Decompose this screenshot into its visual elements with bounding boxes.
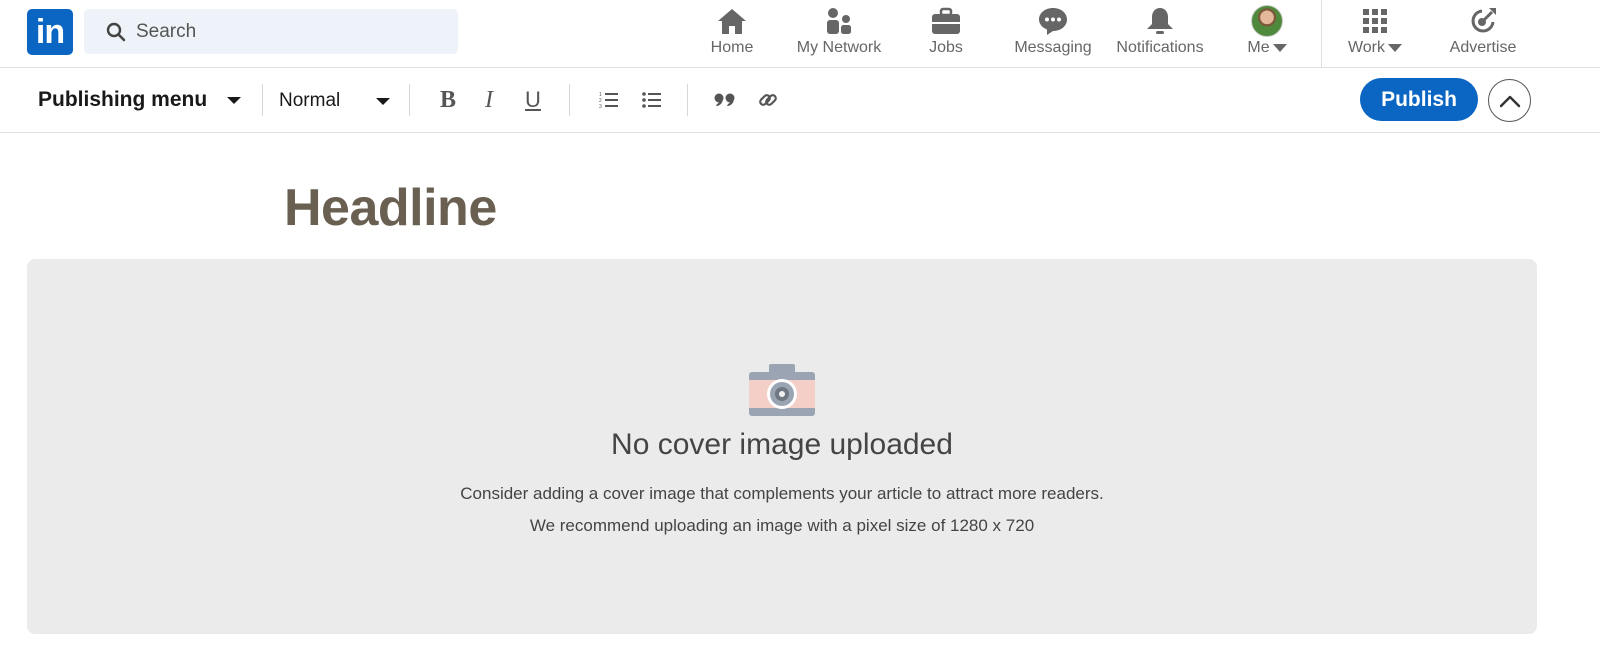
nav-item-label: Jobs	[929, 39, 963, 56]
caret-down-icon	[376, 97, 391, 105]
me-label: Me	[1247, 39, 1270, 56]
nav-item-label: My Network	[796, 39, 882, 56]
nav-item-advertise[interactable]: Advertise	[1443, 4, 1523, 64]
nav-item-home[interactable]: Home	[702, 4, 762, 64]
advertise-icon	[1468, 4, 1498, 38]
search-input[interactable]	[136, 20, 436, 43]
chevron-down-icon	[1388, 44, 1403, 52]
nav-item-label: Work	[1347, 39, 1403, 57]
nav-item-messaging[interactable]: Messaging	[1009, 4, 1097, 64]
underline-button[interactable]: U	[522, 87, 544, 113]
toolbar-divider	[687, 84, 688, 116]
camera-icon	[749, 364, 815, 416]
link-button[interactable]	[757, 87, 779, 113]
nav-item-me[interactable]: Me	[1237, 4, 1297, 64]
cover-description: Consider adding a cover image that compl…	[460, 478, 1103, 542]
nav-item-work[interactable]: Work	[1343, 4, 1407, 64]
toolbar-divider	[569, 84, 570, 116]
search-icon	[106, 22, 126, 41]
avatar	[1251, 5, 1283, 37]
nav-item-notifications[interactable]: Notifications	[1110, 4, 1210, 64]
bold-button[interactable]: B	[437, 87, 459, 113]
home-icon	[716, 4, 748, 38]
grid-icon	[1361, 4, 1389, 38]
bell-icon	[1145, 4, 1175, 38]
nav-item-label: Me	[1247, 39, 1287, 57]
nav-item-label: Advertise	[1449, 39, 1517, 56]
nav-divider	[1321, 0, 1322, 67]
cover-description-line: We recommend uploading an image with a p…	[529, 516, 1035, 535]
nav-item-jobs[interactable]: Jobs	[916, 4, 976, 64]
linkedin-logo[interactable]: in	[27, 9, 73, 55]
numbered-list-icon: 1 2 3	[599, 92, 618, 109]
nav-item-label: Messaging	[1014, 39, 1092, 56]
editor-toolbar: Publishing menu Normal B I U 1 2 3 Publi…	[0, 68, 1600, 133]
toolbar-divider	[262, 84, 263, 116]
toolbar-divider	[409, 84, 410, 116]
search-box[interactable]	[84, 9, 458, 54]
bulleted-list-icon	[642, 92, 661, 108]
link-icon	[759, 94, 777, 106]
chevron-up-icon	[1499, 95, 1520, 107]
messaging-icon	[1037, 4, 1069, 38]
caret-down-icon	[227, 96, 242, 104]
headline-input[interactable]: Headline	[284, 178, 497, 238]
nav-item-label: Notifications	[1116, 39, 1204, 56]
cover-image-upload-area[interactable]: No cover image uploaded Consider adding …	[27, 259, 1537, 634]
bulleted-list-button[interactable]	[641, 87, 663, 113]
cover-title: No cover image uploaded	[611, 428, 953, 461]
text-style-value: Normal	[279, 90, 341, 111]
nav-item-label: Home	[710, 39, 754, 56]
briefcase-icon	[931, 4, 961, 38]
collapse-toolbar-button[interactable]	[1488, 79, 1531, 122]
avatar-container	[1251, 4, 1283, 38]
publishing-menu-dropdown[interactable]: Publishing menu	[38, 88, 242, 112]
publish-button[interactable]: Publish	[1360, 78, 1478, 121]
publishing-menu-label: Publishing menu	[38, 88, 208, 111]
network-icon	[824, 4, 854, 38]
nav-item-my-network[interactable]: My Network	[790, 4, 888, 64]
numbered-list-button[interactable]: 1 2 3	[598, 87, 620, 113]
work-label: Work	[1347, 39, 1386, 56]
cover-description-line: Consider adding a cover image that compl…	[460, 484, 1104, 503]
chevron-down-icon	[1272, 44, 1287, 52]
quote-button[interactable]	[713, 87, 737, 113]
svg-text:3: 3	[599, 104, 602, 109]
global-nav: in Home My Network	[0, 0, 1600, 68]
quote-icon	[714, 93, 735, 106]
italic-button[interactable]: I	[480, 87, 498, 113]
text-style-dropdown[interactable]: Normal	[279, 90, 391, 112]
